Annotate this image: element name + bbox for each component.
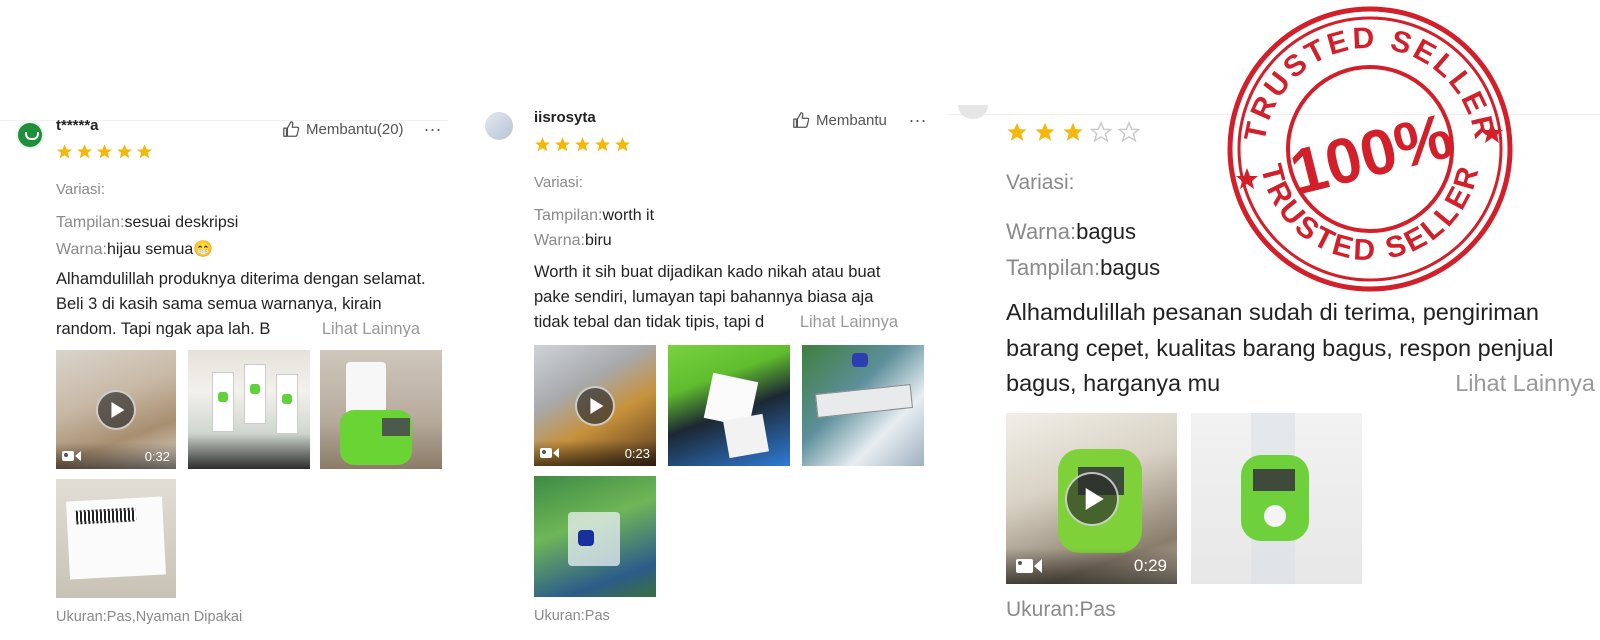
avatar[interactable]: [485, 112, 513, 140]
attribute-label: Warna:: [56, 241, 107, 258]
video-camera-icon: [540, 448, 552, 458]
review-photo[interactable]: [188, 350, 310, 469]
star-filled-icon: [97, 144, 112, 159]
attribute-label: Warna:: [1006, 219, 1077, 244]
review-video-thumbnail[interactable]: 0:29: [1006, 413, 1177, 584]
attribute-row: Tampilan:sesuai deskripsi: [56, 214, 238, 232]
helpful-button[interactable]: Membantu(20): [282, 120, 404, 138]
more-options-icon[interactable]: ...: [909, 106, 927, 127]
attribute-row: Warna:biru: [534, 232, 612, 250]
star-filled-icon: [137, 144, 152, 159]
star-filled-icon: [57, 144, 72, 159]
rating-stars: [534, 136, 631, 153]
attribute-row: Warna:bagus: [1006, 219, 1136, 245]
attribute-row: Tampilan:bagus: [1006, 255, 1160, 281]
star-filled-icon: [575, 137, 590, 152]
video-duration: 0:23: [624, 445, 650, 461]
play-icon[interactable]: [575, 385, 615, 426]
thumbs-up-icon: [793, 112, 810, 128]
video-bar: 0:23: [534, 440, 656, 466]
size-info: Ukuran:Pas: [534, 608, 610, 624]
attribute-label: Tampilan:: [56, 214, 125, 231]
play-icon[interactable]: [1064, 471, 1119, 526]
helpful-button[interactable]: Membantu: [792, 111, 887, 129]
reviewer-name[interactable]: iisrosyta: [534, 109, 596, 126]
star-filled-icon: [535, 137, 550, 152]
attribute-value: bagus: [1076, 219, 1137, 244]
avatar[interactable]: [16, 121, 44, 149]
review-photo[interactable]: [320, 350, 442, 469]
video-duration: 0:32: [144, 448, 170, 464]
review-photo[interactable]: [56, 479, 176, 598]
star-filled-icon: [1007, 122, 1027, 141]
star-filled-icon: [555, 137, 570, 152]
video-bar: 0:32: [56, 443, 176, 469]
review-photo[interactable]: [802, 345, 924, 466]
play-icon[interactable]: [96, 389, 136, 430]
star-empty-icon: [1118, 121, 1140, 143]
more-options-icon[interactable]: ...: [424, 115, 442, 136]
stamp-center-text: 100%: [1283, 99, 1459, 208]
attribute-value: worth it: [602, 207, 655, 224]
attribute-row: Warna:hijau semua😁: [56, 239, 213, 259]
review-video-thumbnail[interactable]: 0:23: [534, 345, 656, 466]
review-card-2: iisrosyta Membantu ... Variasi: Tampilan…: [478, 106, 930, 640]
star-filled-icon: [1063, 122, 1083, 141]
star-filled-icon: [1035, 122, 1055, 141]
rating-stars: [1006, 121, 1140, 143]
attribute-row: Tampilan:worth it: [534, 207, 654, 225]
attribute-label: Warna:: [534, 232, 585, 249]
attribute-value: biru: [584, 232, 612, 249]
helpful-label: Membantu: [816, 111, 887, 129]
review-photo[interactable]: [668, 345, 790, 466]
attribute-value: hijau semua😁: [106, 241, 214, 258]
star-filled-icon: [595, 137, 610, 152]
see-more-link[interactable]: Lihat Lainnya: [303, 317, 420, 337]
review-photo[interactable]: [534, 476, 656, 597]
attribute-label: Tampilan:: [534, 207, 603, 224]
thumbs-up-icon: [283, 121, 300, 137]
video-camera-icon: [62, 451, 74, 461]
attribute-value: bagus: [1100, 255, 1161, 280]
helpful-label: Membantu(20): [306, 120, 404, 138]
attribute-label: Tampilan:: [1006, 255, 1101, 280]
see-more-link[interactable]: Lihat Lainnya: [1437, 366, 1595, 397]
variation-label: Variasi:: [534, 174, 583, 191]
size-info: Ukuran:Pas,Nyaman Dipakai: [56, 609, 243, 625]
rating-stars: [56, 143, 153, 160]
review-card-1: t*****a Membantu(20) ... Variasi: Tampil…: [0, 115, 448, 640]
reviewer-name[interactable]: t*****a: [56, 117, 99, 134]
review-photo[interactable]: [1191, 413, 1362, 584]
variation-label: Variasi:: [56, 181, 105, 198]
star-filled-icon: [77, 144, 92, 159]
see-more-link[interactable]: Lihat Lainnya: [781, 310, 898, 334]
video-bar: 0:29: [1006, 548, 1177, 584]
review-text: Alhamdulillah produknya diterima dengan …: [56, 267, 434, 337]
variation-label: Variasi:: [1006, 171, 1075, 194]
attribute-value: sesuai deskripsi: [124, 214, 239, 231]
star-empty-icon: [1090, 121, 1112, 143]
avatar[interactable]: [958, 105, 988, 119]
video-duration: 0:29: [1133, 556, 1167, 575]
star-filled-icon: [117, 144, 132, 159]
review-video-thumbnail[interactable]: 0:32: [56, 350, 176, 469]
star-filled-icon: [615, 137, 630, 152]
trusted-seller-stamp: TRUSTED SELLER TRUSTED SELLER 100%: [1227, 6, 1513, 292]
review-text: Worth it sih buat dijadikan kado nikah a…: [534, 260, 912, 334]
video-camera-icon: [1016, 559, 1033, 573]
size-info: Ukuran:Pas: [1006, 598, 1116, 621]
review-text: Alhamdulillah pesanan sudah di terima, p…: [1006, 295, 1596, 397]
